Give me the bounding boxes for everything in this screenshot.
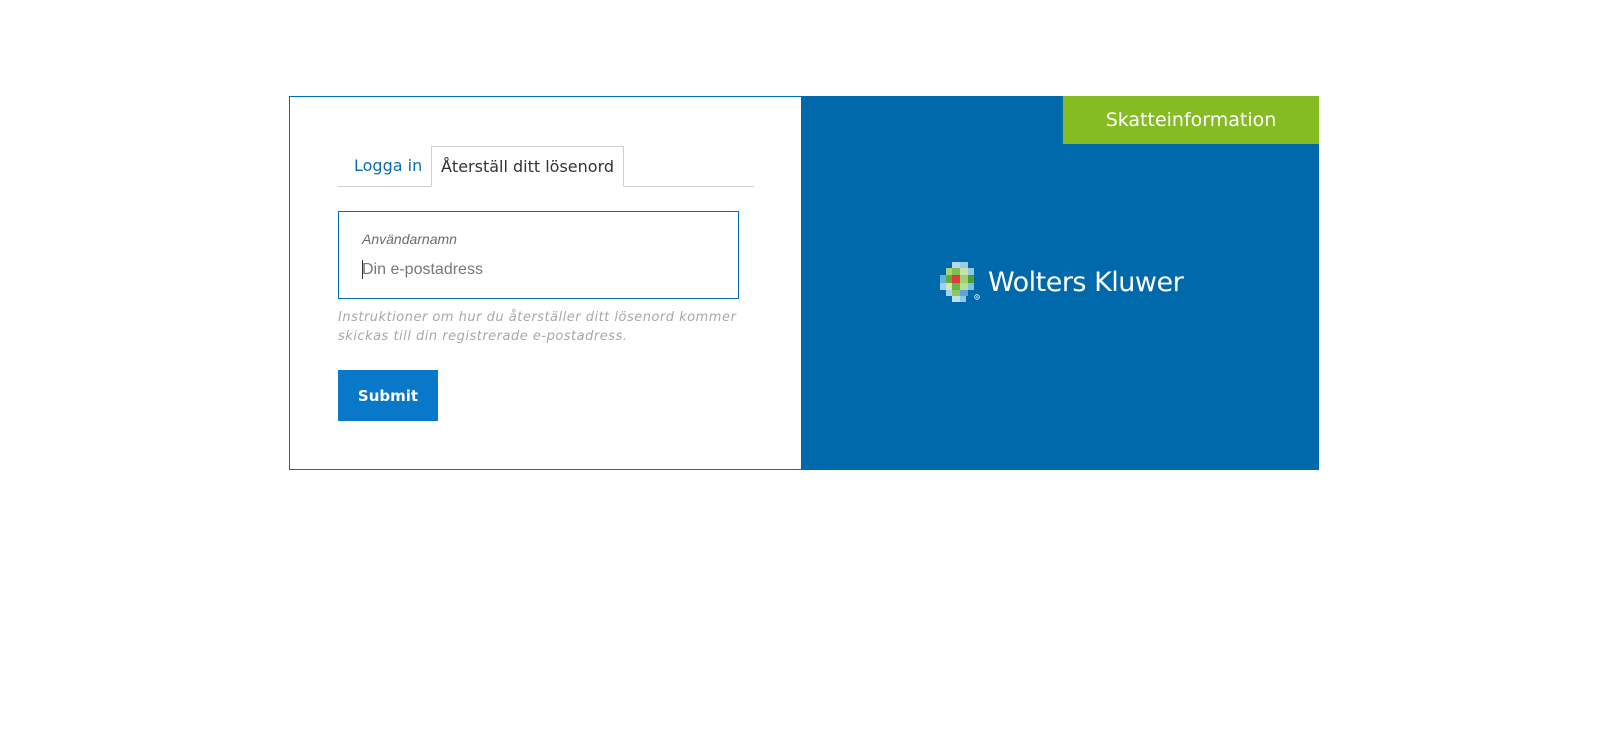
tab-reset-password[interactable]: Återställ ditt lösenord: [431, 146, 624, 187]
submit-button[interactable]: Submit: [338, 370, 438, 421]
auth-tabs: Logga in Återställ ditt lösenord: [338, 146, 754, 187]
username-label: Användarnamn: [362, 231, 457, 247]
help-text: Instruktioner om hur du återställer ditt…: [338, 310, 737, 344]
text-caret: [362, 260, 363, 279]
form-panel: Logga in Återställ ditt lösenord Använda…: [289, 96, 801, 470]
logo-text: Wolters Kluwer: [988, 266, 1184, 298]
username-field[interactable]: Användarnamn: [338, 211, 739, 299]
svg-text:R: R: [976, 295, 978, 299]
wolters-kluwer-logo: R Wolters Kluwer: [940, 262, 1184, 302]
email-input[interactable]: [362, 257, 714, 283]
tab-login[interactable]: Logga in: [338, 146, 432, 186]
logo-mosaic-icon: R: [940, 262, 980, 302]
brand-panel: Skatteinformation R Wolters Kluwer: [801, 96, 1319, 470]
reset-password-card: Logga in Återställ ditt lösenord Använda…: [289, 96, 1319, 470]
product-tab[interactable]: Skatteinformation: [1063, 96, 1319, 144]
